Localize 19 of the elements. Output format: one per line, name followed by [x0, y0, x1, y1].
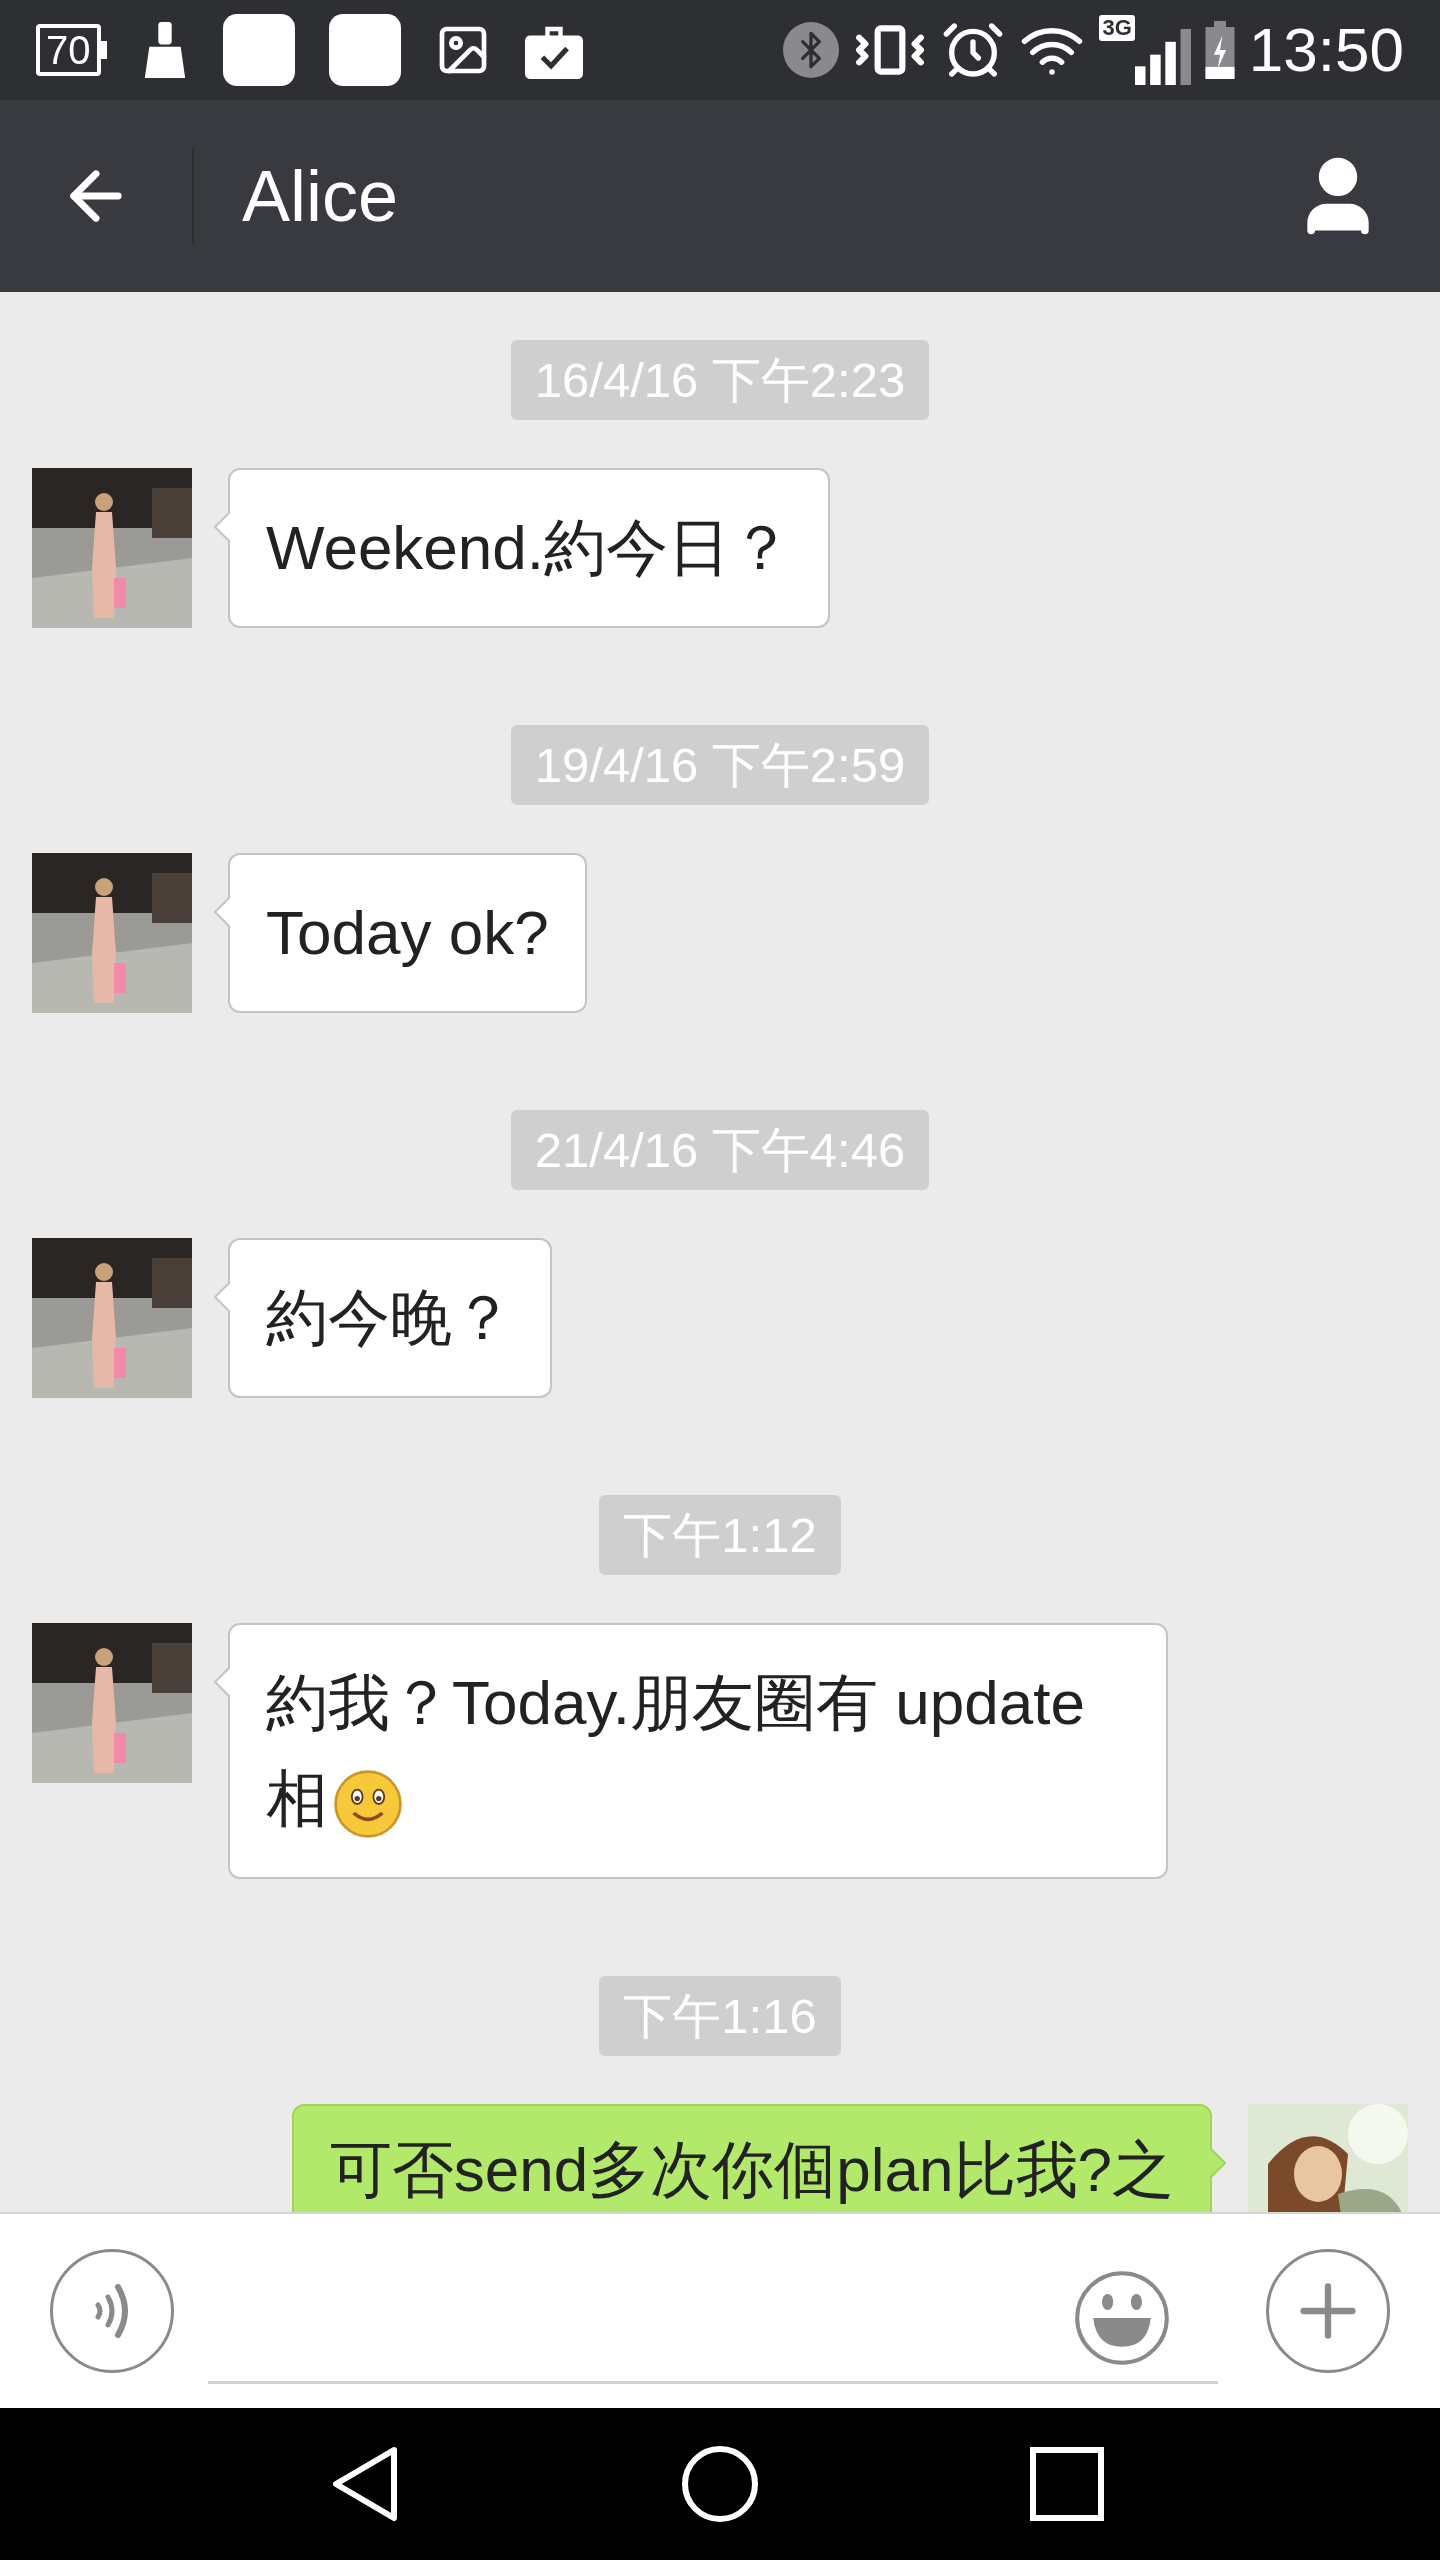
chat-title: Alice [242, 155, 399, 238]
battery-charging-icon [1204, 21, 1235, 79]
message-text: Weekend.約今日？ [266, 513, 793, 582]
triangle-back-icon [330, 2446, 400, 2522]
signal-icon [1134, 29, 1191, 85]
notification-icon [328, 14, 401, 86]
message-text: 約我？Today.朋友圈有 update 相 [266, 1668, 1085, 1833]
message-text: Today ok? [266, 898, 549, 967]
clock-time: 13:50 [1248, 19, 1404, 81]
emoji-icon[interactable] [1074, 2269, 1170, 2366]
home-nav-button[interactable] [680, 2444, 760, 2524]
circle-home-icon [680, 2444, 760, 2524]
voice-button[interactable] [50, 2249, 174, 2373]
network-type: 3G [1099, 15, 1135, 41]
message-text: 可否send多次你個plan比我?之 [329, 2135, 1174, 2204]
add-button[interactable] [1266, 2249, 1390, 2373]
square-recents-icon [1030, 2447, 1104, 2521]
notification-icon [222, 14, 295, 86]
message-text: 約今晚？ [266, 1283, 514, 1352]
